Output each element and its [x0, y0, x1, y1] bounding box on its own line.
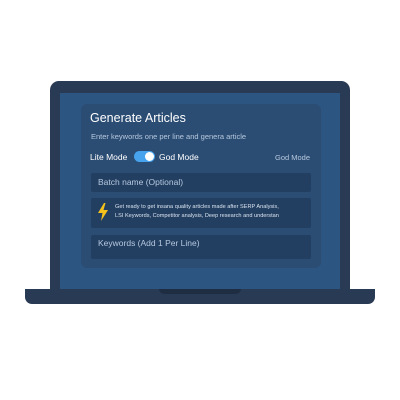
lite-mode-label: Lite Mode	[90, 152, 128, 162]
mode-toggle[interactable]	[134, 151, 155, 162]
toggle-knob	[145, 152, 154, 161]
page-subtitle: Enter keywords one per line and genera a…	[91, 132, 247, 141]
info-line-2: LSI Keywords, Competitor analysis, Deep …	[115, 213, 279, 219]
info-text: Get ready to get insana quality articles…	[115, 203, 310, 221]
laptop-notch	[159, 289, 241, 294]
god-mode-label: God Mode	[159, 152, 199, 162]
info-line-1: Get ready to get insana quality articles…	[115, 204, 279, 210]
laptop-illustration: Generate Articles Enter keywords one per…	[0, 0, 400, 400]
current-mode-status: God Mode	[275, 153, 311, 162]
lightning-bolt-icon	[98, 203, 108, 221]
page-title: Generate Articles	[90, 111, 186, 125]
batch-name-input[interactable]: Batch name (Optional)	[91, 173, 311, 192]
keywords-textarea[interactable]: Keywords (Add 1 Per Line)	[91, 235, 311, 259]
